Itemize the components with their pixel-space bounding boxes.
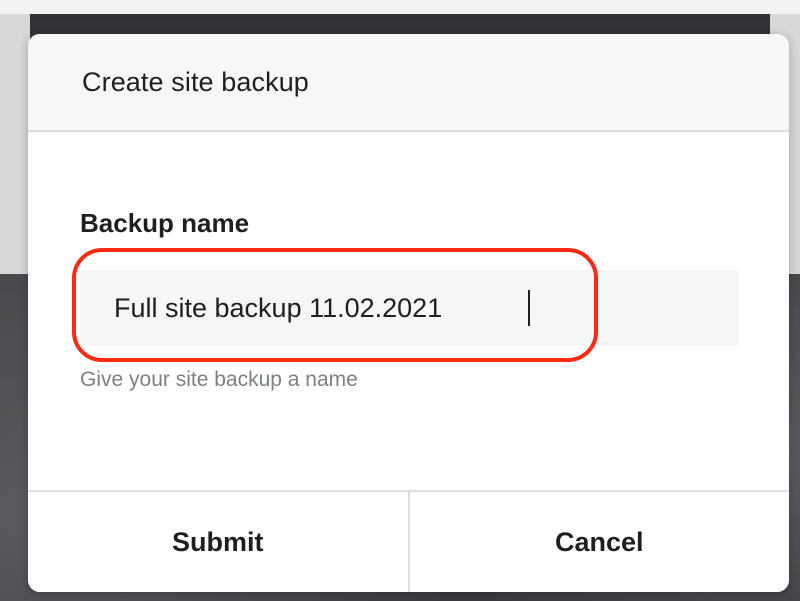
dialog-body: Backup name Give your site backup a name: [28, 132, 789, 490]
dialog-title: Create site backup: [82, 66, 309, 97]
text-caret: [528, 290, 530, 326]
dialog-header: Create site backup: [28, 34, 789, 132]
backup-name-label: Backup name: [80, 208, 250, 238]
dialog-footer: Submit Cancel: [28, 490, 789, 592]
backup-name-input-wrapper[interactable]: [80, 270, 738, 346]
backup-name-input[interactable]: [80, 270, 738, 346]
backup-name-helper-text: Give your site backup a name: [80, 368, 358, 391]
create-backup-dialog: Create site backup Backup name Give your…: [28, 34, 789, 592]
backdrop-top-strip: [0, 0, 800, 14]
submit-button[interactable]: Submit: [28, 492, 408, 592]
cancel-button[interactable]: Cancel: [409, 492, 789, 592]
backdrop-left-edge: [0, 14, 30, 274]
